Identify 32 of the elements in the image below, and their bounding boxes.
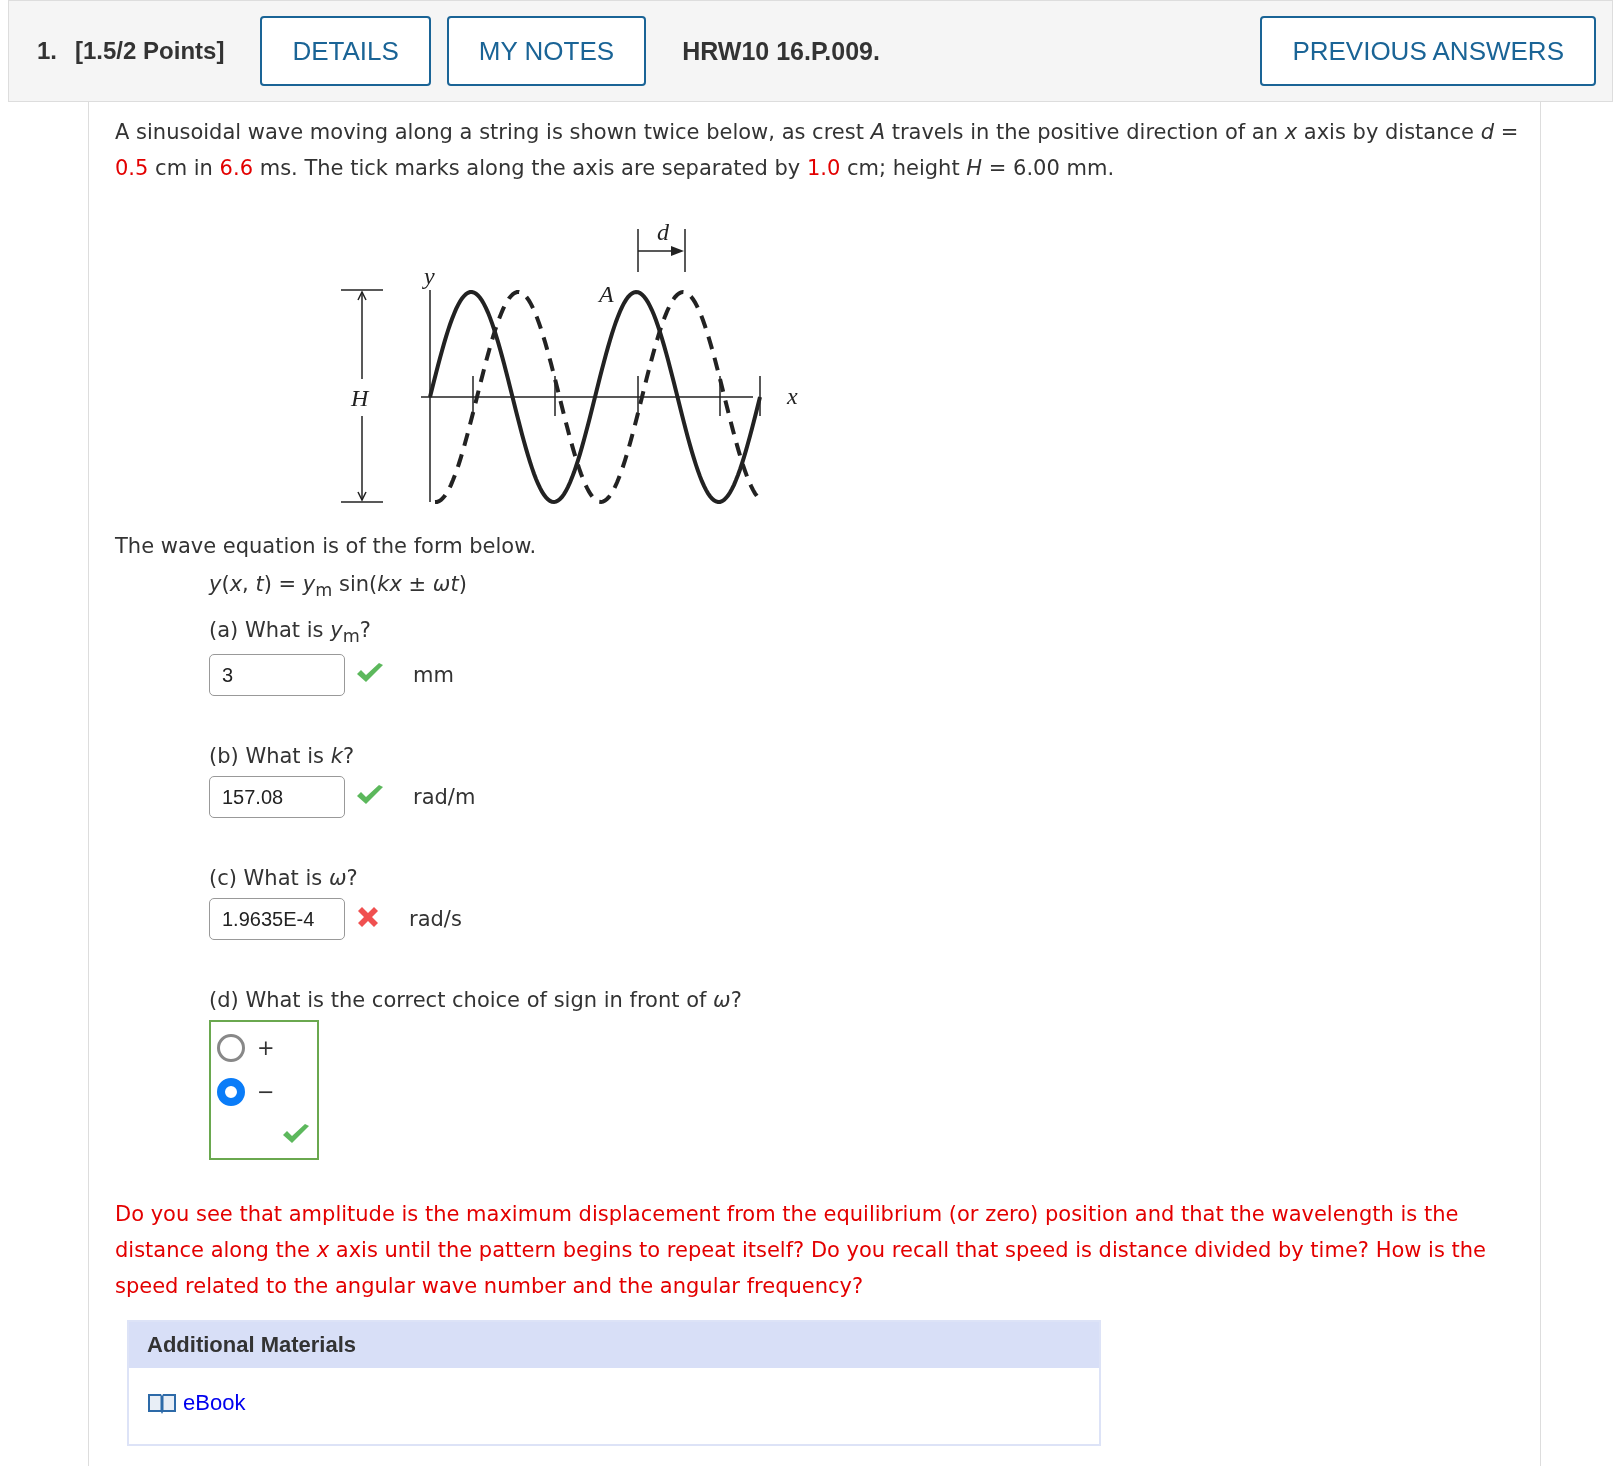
answer-field[interactable]: 157.08 xyxy=(209,776,345,819)
distance-label: d xyxy=(657,219,669,245)
unit-label: rad/s xyxy=(409,907,462,932)
wave-equation: y(x, t) = y$_{m}$ sin(kx ± ωt) xyxy=(209,572,468,601)
answer-field[interactable]: 3 xyxy=(209,654,345,697)
radio-button[interactable] xyxy=(217,1034,245,1063)
problem-id: HRW10 16.P.009. xyxy=(682,36,880,66)
question-number: 1. xyxy=(37,37,57,65)
header-button[interactable]: MY NOTES xyxy=(446,16,647,86)
axis-label: x xyxy=(787,383,798,409)
question-text: (b) What is k? xyxy=(209,744,356,769)
unit-label: rad/m xyxy=(413,785,476,810)
answer-field[interactable]: 1.9635E-4 xyxy=(209,898,345,941)
question-text: (d) What is the correct choice of sign in front of ω? xyxy=(209,988,743,1013)
problem-text: A sinusoidal wave moving along a string is shown twice below, as crest A travels in the positive direction of an x axis by distance d = 0.5 cm in 6.6 ms. The tick marks along the axis are separated by 1.0 cm; height H = 6.00 mm. xyxy=(115,119,1520,182)
panel-title: Additional Materials xyxy=(129,1322,1099,1369)
crest-label: A xyxy=(599,281,614,307)
form-text: The wave equation is of the form below. xyxy=(115,534,538,558)
radio-button[interactable] xyxy=(217,1078,245,1107)
axis-label: y xyxy=(424,263,435,289)
unit-label: mm xyxy=(413,663,454,688)
points-label: [1.5/2 Points] xyxy=(75,37,225,65)
question-text: (c) What is ω? xyxy=(209,866,359,891)
hint-text: Do you see that amplitude is the maximum displacement from the equilibrium (or zero) position and that the wavelength is the distance along the x axis until the pattern begins to repeat itself? Do you recall that speed is distance divided by time? How is the speed related to the angular wave number and the angular frequency? xyxy=(115,1201,1488,1301)
previous-answers-button[interactable]: PREVIOUS ANSWERS xyxy=(1260,16,1596,86)
book-icon xyxy=(147,1391,177,1416)
question-text: (a) What is y$_{m}$? xyxy=(209,618,372,647)
header-button[interactable]: DETAILS xyxy=(260,16,431,86)
height-label: H xyxy=(351,385,369,411)
option-label: − xyxy=(257,1080,275,1105)
option-label: + xyxy=(257,1036,275,1061)
ebook-link[interactable]: eBook xyxy=(183,1390,246,1417)
